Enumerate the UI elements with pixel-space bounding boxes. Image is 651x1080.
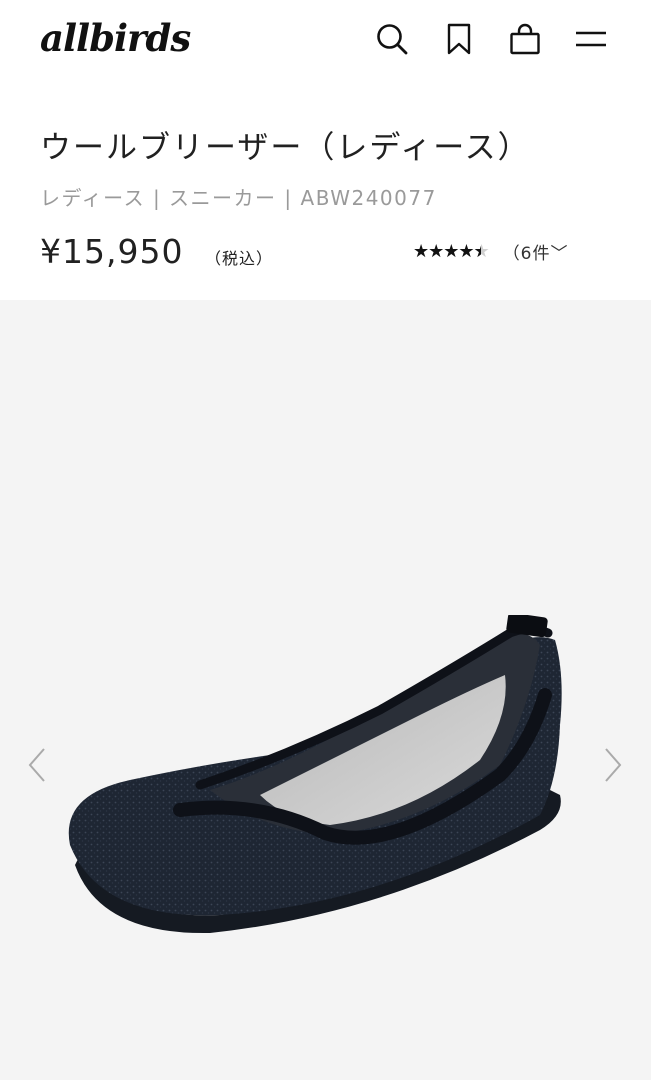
chevron-down-icon: ﹀ xyxy=(550,244,569,264)
cart-icon xyxy=(510,23,540,55)
allbirds-logo[interactable]: allbirds xyxy=(40,14,191,62)
star-rating: ★★★★★ ★★★★★ xyxy=(413,240,490,263)
chevron-left-icon xyxy=(28,748,45,782)
bookmark-button[interactable] xyxy=(440,20,478,58)
menu-button[interactable] xyxy=(572,20,610,58)
tax-note: （税込） xyxy=(205,249,274,268)
product-image-gallery xyxy=(0,300,651,1080)
search-button[interactable] xyxy=(373,20,411,58)
chevron-right-icon xyxy=(605,748,622,782)
product-category-line: レディース | スニーカー | ABW240077 xyxy=(40,186,437,210)
menu-icon xyxy=(576,31,606,47)
previous-image-button[interactable] xyxy=(22,745,52,785)
review-count[interactable]: （6件﹀ xyxy=(503,239,569,264)
search-icon xyxy=(377,24,408,55)
rating-summary[interactable]: ★★★★★ ★★★★★ （6件﹀ xyxy=(413,239,569,265)
bookmark-icon xyxy=(447,23,471,55)
shoe-image xyxy=(68,615,562,934)
review-count-label: （6件 xyxy=(502,244,551,264)
stars-filled: ★★★★★ xyxy=(413,240,481,262)
cart-button[interactable] xyxy=(506,20,544,58)
site-header: allbirds xyxy=(0,0,651,82)
product-title: ウールブリーザー（レディース） xyxy=(40,130,531,166)
product-price: ¥15,950 xyxy=(40,232,184,271)
next-image-button[interactable] xyxy=(598,745,628,785)
product-info: ウールブリーザー（レディース） レディース | スニーカー | ABW24007… xyxy=(0,82,651,300)
